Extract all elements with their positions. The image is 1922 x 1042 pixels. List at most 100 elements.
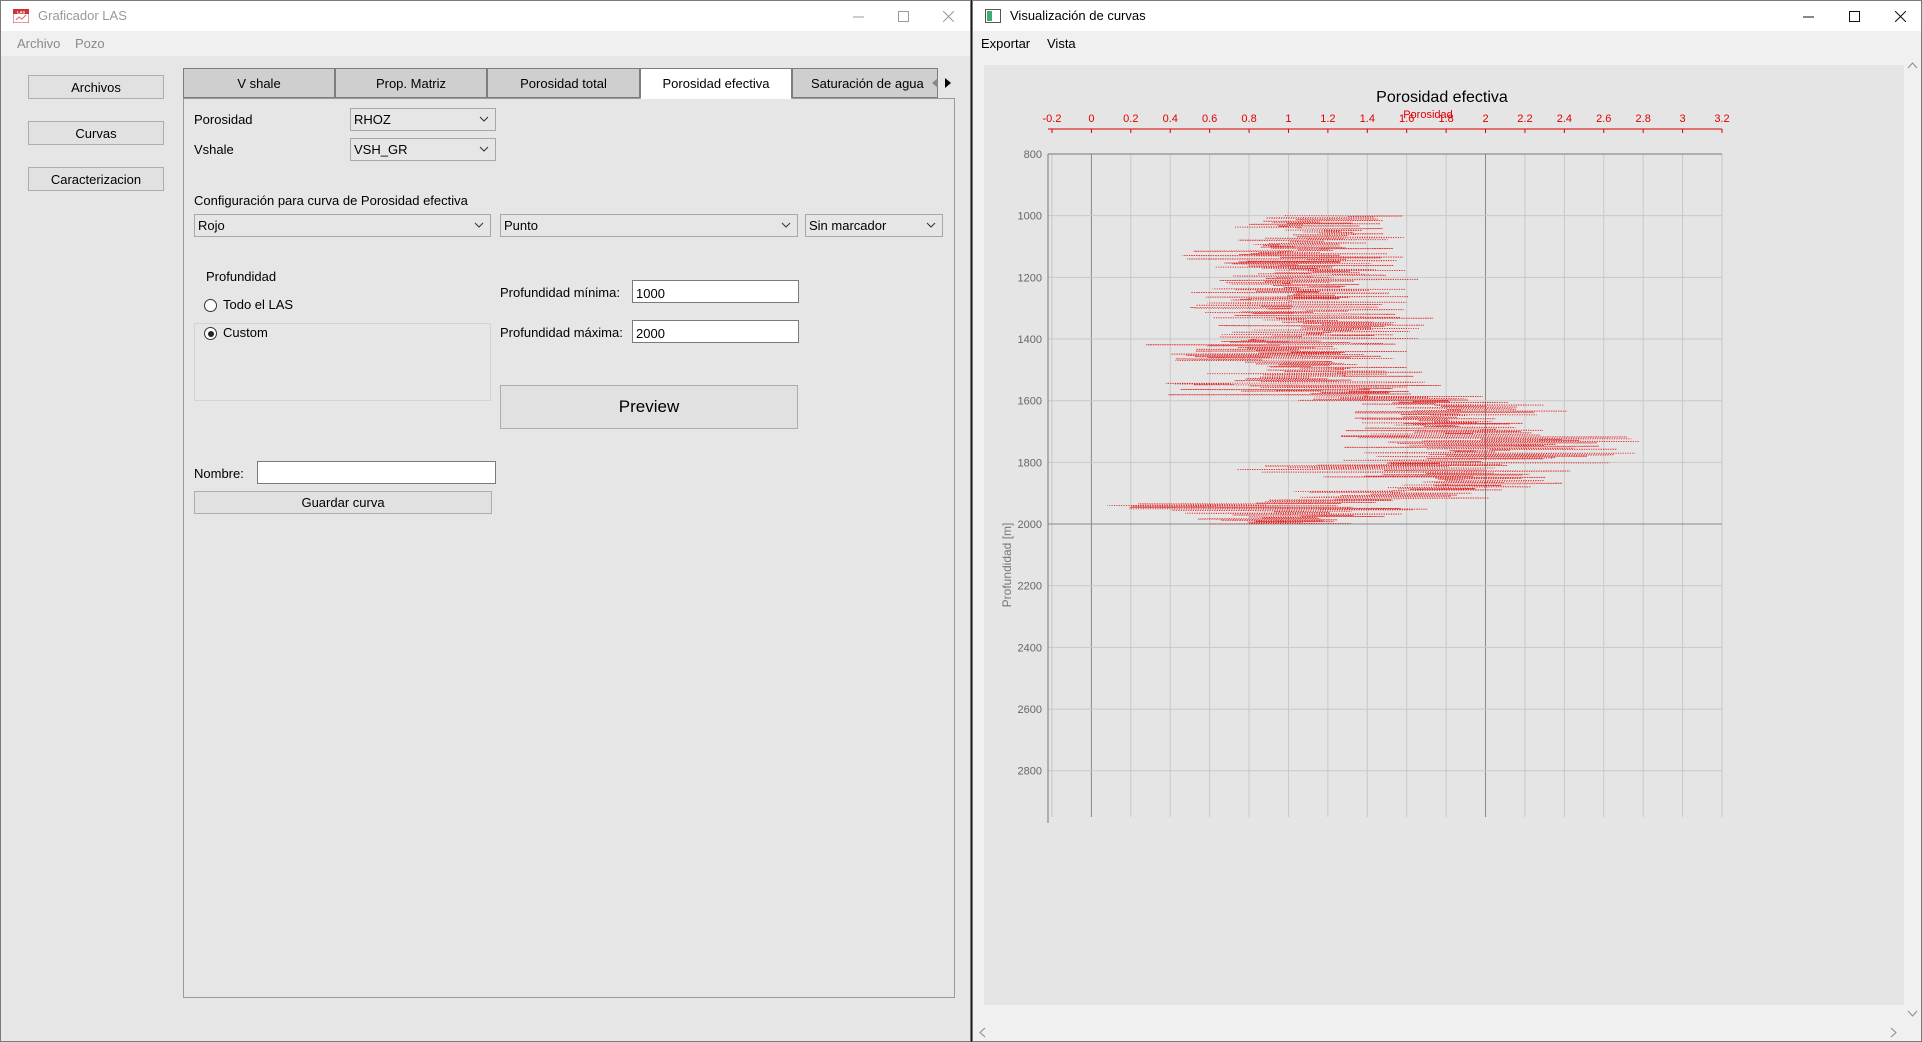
tab-saturacion-de-agua[interactable]: Saturación de agua: [792, 68, 938, 98]
maximize-button[interactable]: [1831, 1, 1877, 31]
axes: -0.2 0 0.2 0.4 0.6 0.8 1 1.2 1.4 1.6 1.8 2 2.2 2.4 2.6…: [1018, 113, 1730, 823]
x-tick-label: 0.2: [1123, 113, 1138, 125]
tab-porosidad-total[interactable]: Porosidad total: [487, 68, 640, 98]
x-tick-label: 2.6: [1596, 113, 1611, 125]
x-tick-label: 2.8: [1636, 113, 1651, 125]
y-tick-label: 800: [1024, 149, 1042, 161]
nombre-input[interactable]: [257, 461, 496, 484]
marker-select[interactable]: Sin marcador: [805, 214, 943, 237]
y-tick-label: 1800: [1018, 457, 1042, 469]
menu-bar: Archivo Pozo: [1, 31, 970, 56]
x-tick-label: 1.8: [1438, 113, 1453, 125]
preview-button[interactable]: Preview: [500, 385, 798, 429]
x-tick-label: 0: [1088, 113, 1094, 125]
x-tick-label: 0.8: [1241, 113, 1256, 125]
color-select[interactable]: Rojo: [194, 214, 491, 237]
prof-max-label: Profundidad máxima:: [500, 325, 623, 340]
chevron-down-icon: [926, 222, 936, 228]
line-style-select[interactable]: Punto: [500, 214, 798, 237]
menu-archivo[interactable]: Archivo: [17, 36, 60, 51]
grid: [1048, 153, 1723, 817]
prof-min-label: Profundidad mínima:: [500, 285, 620, 300]
x-tick-label: 1.6: [1399, 113, 1414, 125]
caracterizacion-button[interactable]: Caracterizacion: [28, 167, 164, 191]
x-tick-label: 1.2: [1320, 113, 1335, 125]
app-icon-text: LAS: [17, 9, 25, 14]
scroll-down-icon[interactable]: [1904, 1008, 1921, 1020]
prof-min-input[interactable]: [632, 280, 799, 303]
color-select-value: Rojo: [198, 218, 225, 233]
y-tick-label: 1600: [1018, 396, 1042, 408]
close-button[interactable]: [925, 1, 970, 31]
line-style-select-value: Punto: [504, 218, 538, 233]
horizontal-scrollbar[interactable]: [973, 1024, 1904, 1041]
menu-pozo[interactable]: Pozo: [75, 36, 105, 51]
chevron-down-icon: [479, 146, 489, 152]
scroll-left-icon[interactable]: [977, 1024, 989, 1041]
menu-exportar[interactable]: Exportar: [981, 36, 1030, 51]
porosidad-select-value: RHOZ: [354, 112, 391, 127]
curve: [1107, 215, 1640, 525]
x-tick-label: 2.4: [1557, 113, 1572, 125]
radio-custom[interactable]: [204, 327, 217, 340]
minimize-button[interactable]: [1785, 1, 1831, 31]
tab-porosidad-efectiva[interactable]: Porosidad efectiva: [640, 68, 792, 99]
visualizacion-window: Visualización de curvas Exportar Vista P…: [972, 0, 1922, 1042]
x-tick-label: -0.2: [1043, 113, 1062, 125]
graficador-window: LAS Graficador LAS Archivo Pozo Archivos…: [0, 0, 971, 1042]
profundidad-group-title: Profundidad: [204, 269, 279, 284]
x-tick-label: 3.2: [1714, 113, 1729, 125]
window-title: Visualización de curvas: [1010, 8, 1146, 23]
scroll-up-icon[interactable]: [1904, 60, 1921, 72]
chevron-down-icon: [781, 222, 791, 228]
porosidad-chart: Porosidad efectiva Porosidad Profundidad…: [1000, 89, 1730, 823]
porosidad-series-line: [1107, 215, 1640, 525]
radio-todo-el-las[interactable]: [204, 299, 217, 312]
minimize-icon: [1802, 16, 1814, 17]
tab-prop-matriz[interactable]: Prop. Matriz: [335, 68, 487, 98]
close-button[interactable]: [1877, 1, 1921, 31]
tab-scroll-right-button[interactable]: [942, 76, 954, 90]
vertical-scrollbar[interactable]: [1904, 56, 1921, 1024]
y-tick-label: 2400: [1018, 642, 1042, 654]
nombre-label: Nombre:: [194, 466, 244, 481]
vshale-select-value: VSH_GR: [354, 142, 408, 157]
y-tick-label: 2200: [1018, 581, 1042, 593]
title-bar[interactable]: LAS Graficador LAS: [1, 1, 970, 31]
title-bar[interactable]: Visualización de curvas: [973, 1, 1921, 31]
y-tick-label: 1200: [1018, 272, 1042, 284]
app-icon: LAS: [13, 9, 29, 23]
porosidad-select[interactable]: RHOZ: [350, 108, 496, 131]
y-tick-label: 2600: [1018, 704, 1042, 716]
x-tick-label: 1.4: [1360, 113, 1375, 125]
chevron-down-icon: [474, 222, 484, 228]
maximize-button[interactable]: [880, 1, 926, 31]
guardar-curva-button[interactable]: Guardar curva: [194, 491, 492, 514]
plot-area: Porosidad efectiva Porosidad Profundidad…: [984, 65, 1904, 1005]
radio-custom-label[interactable]: Custom: [223, 325, 268, 340]
minimize-button[interactable]: [835, 1, 881, 31]
triangle-right-icon: [945, 78, 951, 88]
chevron-down-icon: [479, 116, 489, 122]
main-client-area: Archivos Curvas Caracterizacion V shale …: [1, 56, 970, 1041]
scroll-right-icon[interactable]: [1888, 1024, 1900, 1041]
x-tick-label: 1: [1285, 113, 1291, 125]
curvas-button[interactable]: Curvas: [28, 121, 164, 145]
y-tick-label: 2800: [1018, 766, 1042, 778]
radio-todo-el-las-label[interactable]: Todo el LAS: [223, 297, 293, 312]
y-tick-label: 1400: [1018, 334, 1042, 346]
archivos-button[interactable]: Archivos: [28, 75, 164, 99]
menu-vista[interactable]: Vista: [1047, 36, 1076, 51]
x-tick-label: 2.2: [1517, 113, 1532, 125]
vshale-label: Vshale: [194, 142, 234, 157]
triangle-left-icon: [932, 78, 938, 88]
x-tick-label: 3: [1680, 113, 1686, 125]
window-title: Graficador LAS: [38, 8, 127, 23]
maximize-icon: [897, 10, 909, 22]
vshale-select[interactable]: VSH_GR: [350, 138, 496, 161]
tab-v-shale[interactable]: V shale: [183, 68, 335, 98]
tab-scroll-left-button[interactable]: [929, 76, 941, 90]
prof-max-input[interactable]: [632, 320, 799, 343]
close-icon: [942, 10, 954, 22]
porosidad-label: Porosidad: [194, 112, 253, 127]
